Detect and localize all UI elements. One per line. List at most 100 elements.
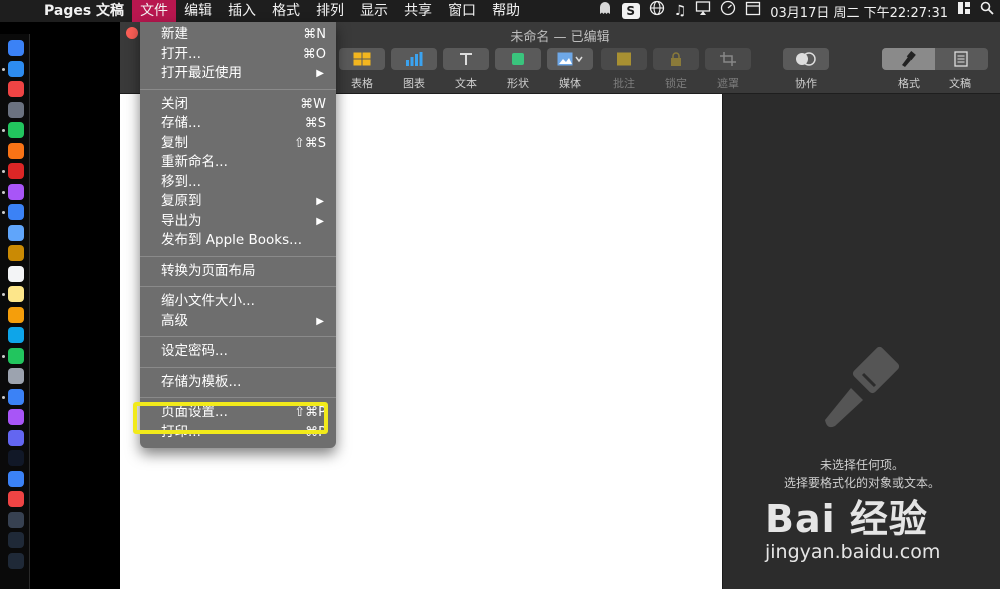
file-menu-item[interactable]: 打开... ⌘O xyxy=(140,45,336,65)
media-icon xyxy=(547,48,593,70)
file-menu-item[interactable]: 存储为模板... xyxy=(140,373,336,393)
dock-app-icon[interactable] xyxy=(8,347,24,364)
music-note-icon[interactable]: ♫ xyxy=(674,0,687,22)
file-menu-item[interactable]: 高级 ▶ xyxy=(140,312,336,332)
toolbar-shape-button[interactable]: 形状 xyxy=(495,48,541,91)
text-icon xyxy=(443,48,489,70)
shape-icon xyxy=(495,48,541,70)
chart-icon xyxy=(391,48,437,70)
menu-item-label: 转换为页面布局 xyxy=(161,262,256,279)
menu-separator xyxy=(140,255,336,257)
dock xyxy=(0,34,30,589)
toolbar-collaborate-button[interactable]: 协作 xyxy=(783,48,829,91)
ghost-icon[interactable] xyxy=(597,0,613,23)
file-menu-item[interactable]: 移到... xyxy=(140,173,336,193)
menu-item-1[interactable]: 编辑 xyxy=(176,0,220,22)
globe-icon[interactable] xyxy=(649,0,665,23)
dock-app-icon[interactable] xyxy=(8,306,24,323)
file-menu-item[interactable]: 复制 ⇧⌘S xyxy=(140,134,336,154)
menu-item-5[interactable]: 显示 xyxy=(352,0,396,22)
file-menu-item[interactable]: 打开最近使用 ▶ xyxy=(140,64,336,84)
menu-shortcut: ⌘N xyxy=(303,27,326,42)
dock-app-icon[interactable] xyxy=(8,511,24,528)
dock-app-icon[interactable] xyxy=(8,122,24,138)
app-switcher-icon[interactable] xyxy=(957,0,971,22)
dock-app-icon[interactable] xyxy=(8,552,24,569)
dock-app-icon[interactable] xyxy=(8,81,24,97)
file-menu-item[interactable]: 复原到 ▶ xyxy=(140,192,336,212)
toolbar-media-button[interactable]: 媒体 xyxy=(547,48,593,91)
calendar-icon[interactable] xyxy=(745,0,761,23)
collaborate-icon xyxy=(783,48,829,70)
menu-bar: Pages 文稿 文件 编辑 插入 格式 排列 显示 共享 窗口 帮助 S ♫ 03月17日 周… xyxy=(0,0,1000,22)
dock-app-icon[interactable] xyxy=(8,450,24,466)
toolbar-mask-button[interactable]: 遮罩 xyxy=(705,48,751,91)
dock-app-icon[interactable] xyxy=(8,327,24,343)
airplay-icon[interactable] xyxy=(695,0,711,23)
file-menu-item[interactable]: 缩小文件大小... xyxy=(140,292,336,312)
dock-app-icon[interactable] xyxy=(8,532,24,548)
dock-app-icon[interactable] xyxy=(8,491,24,507)
dock-app-icon[interactable] xyxy=(8,40,24,56)
toolbar-label: 表格 xyxy=(351,77,373,90)
document-toggle-button[interactable] xyxy=(935,48,988,70)
toolbar-comment-button[interactable]: 批注 xyxy=(601,48,647,91)
file-menu-item[interactable]: 发布到 Apple Books... xyxy=(140,231,336,251)
menu-item-label: 重新命名... xyxy=(161,154,228,170)
dock-app-icon[interactable] xyxy=(8,429,24,446)
file-menu-item[interactable]: 导出为 ▶ xyxy=(140,212,336,232)
dock-running-indicator xyxy=(2,170,5,173)
format-toggle-button[interactable] xyxy=(882,48,935,70)
format-label: 格式 xyxy=(898,77,920,90)
dock-running-indicator xyxy=(2,293,5,296)
menu-item-3[interactable]: 格式 xyxy=(264,0,308,22)
dock-app-icon[interactable] xyxy=(8,204,24,220)
dock-running-indicator xyxy=(2,395,5,399)
toolbar-lock-button[interactable]: 锁定 xyxy=(653,48,699,91)
dock-app-icon[interactable] xyxy=(8,470,24,487)
status-area: S ♫ 03月17日 周二 下午22:27:31 xyxy=(597,0,1000,22)
file-menu-item[interactable]: 新建 ⌘N xyxy=(140,25,336,45)
file-menu-item[interactable]: 转换为页面布局 xyxy=(140,262,336,282)
dock-app-icon[interactable] xyxy=(8,265,24,282)
file-menu-item[interactable]: 关闭 ⌘W xyxy=(140,95,336,115)
menu-item-4[interactable]: 排列 xyxy=(308,0,352,22)
file-menu-item[interactable]: 设定密码... xyxy=(140,342,336,362)
dock-app-icon[interactable] xyxy=(8,101,24,118)
dock-app-icon[interactable] xyxy=(8,142,24,159)
watermark-brand: Bai 经验 xyxy=(765,497,928,541)
menu-item-label: 打开... xyxy=(161,45,201,62)
dock-app-icon[interactable] xyxy=(8,286,24,302)
toolbar-chart-button[interactable]: 图表 xyxy=(391,48,437,91)
menu-item-6[interactable]: 共享 xyxy=(396,0,440,22)
toolbar-table-button[interactable]: 表格 xyxy=(339,48,385,91)
file-menu-item[interactable]: 存储... ⌘S xyxy=(140,114,336,134)
menu-separator xyxy=(140,366,336,368)
speed-gauge-icon[interactable] xyxy=(720,0,736,23)
dock-app-icon[interactable] xyxy=(8,388,24,405)
menu-item-8[interactable]: 帮助 xyxy=(484,0,528,22)
watermark-url: jingyan.baidu.com xyxy=(765,541,941,563)
dock-app-icon[interactable] xyxy=(8,163,24,179)
toolbar-label: 批注 xyxy=(613,77,635,90)
menu-shortcut: ⌘S xyxy=(304,116,326,131)
close-window-button[interactable] xyxy=(126,27,138,39)
menu-item-2[interactable]: 插入 xyxy=(220,0,264,22)
dock-app-icon[interactable] xyxy=(8,245,24,261)
paintbrush-placeholder-icon xyxy=(817,342,907,436)
dock-running-indicator xyxy=(2,67,5,71)
menu-item-7[interactable]: 窗口 xyxy=(440,0,484,22)
menu-app-name[interactable]: Pages 文稿 xyxy=(36,0,132,22)
toolbar-label: 媒体 xyxy=(559,77,581,90)
dock-app-icon[interactable] xyxy=(8,183,24,200)
dock-app-icon[interactable] xyxy=(8,224,24,241)
menu-clock[interactable]: 03月17日 周二 下午22:27:31 xyxy=(770,2,948,21)
dock-app-icon[interactable] xyxy=(8,60,24,77)
s-app-icon[interactable]: S xyxy=(621,3,640,19)
search-icon[interactable] xyxy=(980,0,994,22)
menu-item-0[interactable]: 文件 xyxy=(132,0,177,22)
dock-app-icon[interactable] xyxy=(8,368,24,384)
dock-app-icon[interactable] xyxy=(8,409,24,425)
file-menu-item[interactable]: 重新命名... xyxy=(140,153,336,173)
toolbar-text-button[interactable]: 文本 xyxy=(443,48,489,91)
